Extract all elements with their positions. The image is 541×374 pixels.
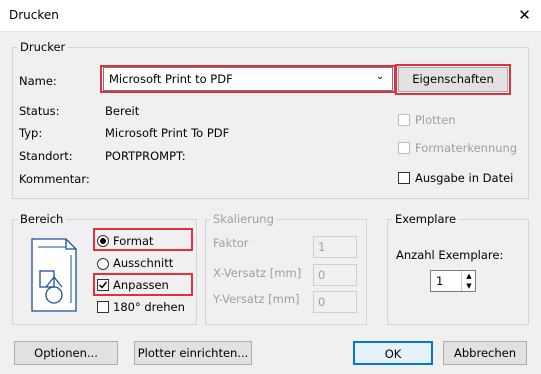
copies-group-label: Exemplare — [392, 212, 460, 226]
window-title: Drucken — [9, 8, 59, 22]
title-bar: Drucken ✕ — [0, 0, 541, 32]
factor-input[interactable]: 1 — [313, 236, 357, 258]
xoffset-label: X-Versatz [mm] — [213, 266, 302, 280]
printer-name-highlight — [100, 65, 396, 93]
copies-count-label: Anzahl Exemplare: — [396, 248, 504, 262]
spin-up-icon[interactable]: ▲ — [461, 271, 476, 281]
options-button[interactable]: Optionen... — [14, 341, 118, 365]
type-label: Typ: — [19, 126, 43, 140]
spin-down-icon[interactable]: ▼ — [461, 281, 476, 291]
scaling-group-label: Skalierung — [210, 212, 277, 226]
plot-checkbox[interactable] — [398, 114, 410, 126]
factor-label: Faktor — [213, 236, 249, 250]
cancel-button[interactable]: Abbrechen — [443, 341, 527, 365]
range-group-label: Bereich — [17, 212, 67, 226]
format-detect-label: Formaterkennung — [415, 141, 518, 155]
format-detect-checkbox[interactable] — [398, 142, 410, 154]
rotate-checkbox[interactable] — [97, 301, 109, 313]
section-label: Ausschnitt — [113, 256, 174, 270]
status-label: Status: — [19, 104, 60, 118]
rotate-label: 180° drehen — [113, 300, 185, 314]
comment-label: Kommentar: — [19, 172, 90, 186]
xoffset-input[interactable]: 0 — [313, 264, 357, 286]
fit-highlight — [93, 273, 193, 296]
location-label: Standort: — [19, 149, 73, 163]
copies-count-value: 1 — [436, 274, 444, 288]
yoffset-label: Y-Versatz [mm] — [213, 292, 300, 306]
status-value: Bereit — [105, 104, 140, 118]
printer-group-label: Drucker — [17, 40, 69, 54]
plotter-setup-button[interactable]: Plotter einrichten... — [134, 341, 252, 365]
output-to-file-label: Ausgabe in Datei — [415, 171, 514, 185]
location-value: PORTPROMPT: — [105, 149, 186, 163]
plot-label: Plotten — [415, 113, 456, 127]
page-preview-icon — [31, 238, 77, 312]
printer-name-label: Name: — [19, 74, 57, 88]
close-icon[interactable]: ✕ — [508, 0, 541, 31]
properties-highlight — [395, 64, 511, 95]
yoffset-input[interactable]: 0 — [313, 291, 357, 313]
section-radio[interactable] — [97, 258, 109, 270]
format-highlight — [93, 228, 193, 251]
ok-button[interactable]: OK — [353, 341, 433, 365]
copies-count-spinner[interactable]: 1 ▲ ▼ — [430, 270, 476, 292]
output-to-file-checkbox[interactable] — [398, 172, 410, 184]
type-value: Microsoft Print To PDF — [105, 126, 230, 140]
